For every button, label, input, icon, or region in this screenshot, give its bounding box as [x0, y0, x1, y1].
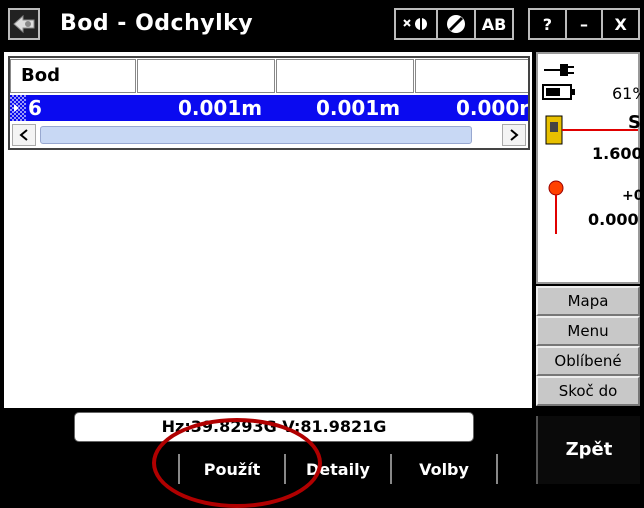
app-menu-icon[interactable]: [8, 8, 40, 40]
map-button[interactable]: Mapa: [536, 286, 640, 316]
title-bar: Bod - Odchylky AB ? – X: [0, 0, 644, 48]
jump-to-button[interactable]: Skoč do: [536, 376, 640, 406]
instrument-label: S: [628, 112, 641, 133]
softkey-divider: [496, 454, 498, 484]
table-header: Bod: [10, 58, 528, 94]
instrument-height: 1.600: [592, 144, 643, 163]
help-button[interactable]: ?: [530, 10, 565, 38]
mode-toolbar: AB: [394, 8, 514, 40]
options-softkey[interactable]: Volby: [392, 454, 496, 484]
target-height: 0.000: [588, 210, 639, 229]
cell-value: 0.000r: [456, 96, 530, 120]
window-controls: ? – X: [528, 8, 640, 40]
status-panel[interactable]: 61% S 1.600 +0 0.000: [536, 52, 644, 284]
cell-value: 0.001m: [316, 96, 401, 120]
main-content: Bod 6 0.001m 0.001m 0.000r: [4, 52, 532, 408]
favorites-button[interactable]: Oblíbené: [536, 346, 640, 376]
close-button[interactable]: X: [603, 10, 638, 38]
apply-softkey[interactable]: Použít: [180, 454, 284, 484]
scroll-thumb[interactable]: [40, 126, 472, 144]
row-selected-marker: [10, 95, 26, 121]
target-label: +0: [622, 188, 644, 204]
total-station-icon: [545, 115, 638, 145]
details-softkey[interactable]: Detaily: [286, 454, 390, 484]
table-row[interactable]: 6 0.001m 0.001m 0.000r: [10, 95, 530, 121]
cell-point-name: 6: [28, 96, 42, 120]
angles-readout: Hz:39.8293G V:81.9821G: [74, 412, 474, 442]
battery-percent: 61%: [612, 84, 644, 103]
menu-button[interactable]: Menu: [536, 316, 640, 346]
target-prism-icon: [548, 180, 564, 234]
scroll-right-icon[interactable]: [502, 124, 526, 146]
horizontal-scrollbar[interactable]: [12, 124, 528, 146]
cell-value: 0.001m: [178, 96, 263, 120]
prism-icon[interactable]: [438, 10, 474, 38]
back-button[interactable]: Zpět: [536, 416, 640, 484]
column-header[interactable]: [276, 59, 414, 93]
scroll-left-icon[interactable]: [12, 124, 36, 146]
deviations-table: Bod 6 0.001m 0.001m 0.000r: [8, 56, 530, 150]
column-header[interactable]: [137, 59, 275, 93]
column-header[interactable]: [415, 59, 528, 93]
battery-icon: [542, 84, 575, 100]
laser-target-icon[interactable]: [396, 10, 436, 38]
column-header[interactable]: Bod: [10, 59, 136, 93]
minimize-button[interactable]: –: [567, 10, 602, 38]
power-plug-icon: [544, 64, 574, 76]
input-mode-button[interactable]: AB: [476, 10, 512, 38]
window-title: Bod - Odchylky: [60, 11, 254, 36]
